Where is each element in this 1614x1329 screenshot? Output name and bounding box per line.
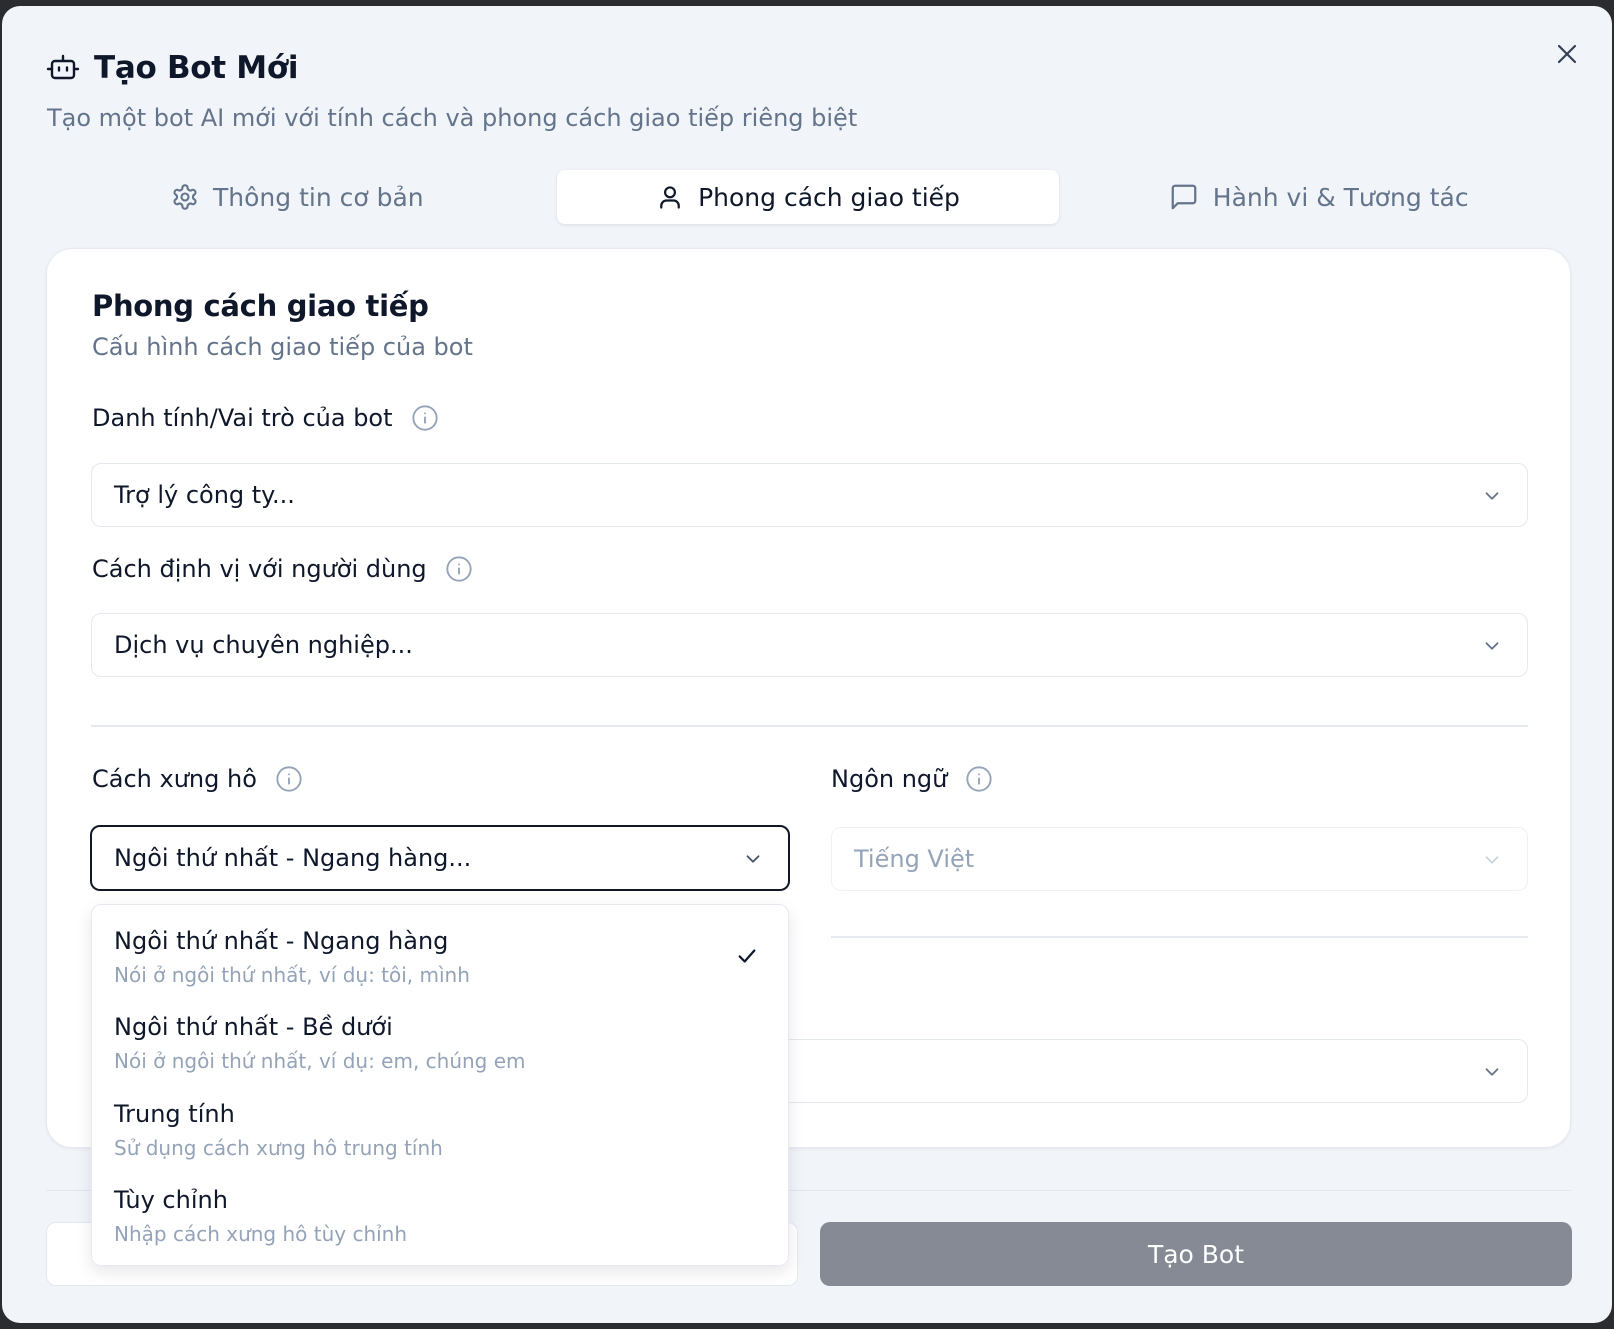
section-title: Phong cách giao tiếp — [92, 289, 429, 323]
pronoun-select-value: Ngôi thứ nhất - Ngang hàng... — [114, 844, 472, 872]
pronoun-dropdown: Ngôi thứ nhất - Ngang hàng Nói ở ngôi th… — [91, 904, 789, 1266]
option-description: Sử dụng cách xưng hô trung tính — [114, 1136, 443, 1160]
option-description: Nói ở ngôi thứ nhất, ví dụ: tôi, mình — [114, 963, 470, 987]
tab-label: Phong cách giao tiếp — [698, 182, 960, 212]
option-description: Nói ở ngôi thứ nhất, ví dụ: em, chúng em — [114, 1049, 526, 1073]
tab-label: Hành vi & Tương tác — [1212, 182, 1469, 212]
robot-icon — [46, 51, 80, 85]
pronoun-option[interactable]: Ngôi thứ nhất - Ngang hàng Nói ở ngôi th… — [92, 917, 788, 1001]
option-label: Tùy chỉnh — [114, 1186, 228, 1214]
identity-label: Danh tính/Vai trò của bot — [92, 404, 439, 432]
gear-icon — [173, 184, 197, 210]
positioning-label: Cách định vị với người dùng — [92, 555, 473, 583]
create-bot-button[interactable]: Tạo Bot — [820, 1222, 1572, 1286]
positioning-select-value: Dịch vụ chuyên nghiệp... — [114, 631, 413, 659]
create-bot-dialog: Tạo Bot Mới Tạo một bot AI mới với tính … — [2, 6, 1612, 1323]
chat-icon — [1171, 184, 1197, 210]
positioning-select[interactable]: Dịch vụ chuyên nghiệp... — [91, 613, 1528, 677]
tab-list: Thông tin cơ bản Phong cách giao tiếp Hà… — [46, 170, 1570, 224]
user-icon — [660, 186, 680, 209]
section-divider — [91, 725, 1528, 727]
dialog-subtitle: Tạo một bot AI mới với tính cách và phon… — [47, 104, 858, 132]
option-description: Nhập cách xưng hô tùy chỉnh — [114, 1222, 408, 1246]
pronoun-option[interactable]: Ngôi thứ nhất - Bề dưới Nói ở ngôi thứ n… — [92, 1003, 788, 1087]
option-label: Ngôi thứ nhất - Bề dưới — [114, 1013, 393, 1041]
language-select[interactable]: Tiếng Việt — [831, 827, 1528, 891]
pronoun-select[interactable]: Ngôi thứ nhất - Ngang hàng... — [90, 825, 790, 891]
chevron-down-icon — [1481, 485, 1503, 507]
language-select-value: Tiếng Việt — [854, 845, 975, 873]
identity-select-value: Trợ lý công ty... — [114, 481, 295, 509]
pronoun-option[interactable]: Trung tính Sử dụng cách xưng hô trung tí… — [92, 1090, 788, 1174]
check-icon — [736, 945, 758, 967]
chevron-down-icon — [1481, 1061, 1503, 1083]
info-icon[interactable] — [445, 555, 473, 583]
option-label: Ngôi thứ nhất - Ngang hàng — [114, 927, 449, 955]
section-subtitle: Cấu hình cách giao tiếp của bot — [92, 333, 473, 361]
tab-communication-style[interactable]: Phong cách giao tiếp — [556, 170, 1060, 224]
pronoun-label: Cách xưng hô — [92, 765, 303, 793]
close-button[interactable] — [1547, 34, 1587, 74]
dialog-header: Tạo Bot Mới — [46, 50, 298, 86]
option-label: Trung tính — [114, 1100, 235, 1128]
tab-behavior-interaction[interactable]: Hành vi & Tương tác — [1067, 170, 1570, 224]
chevron-down-icon — [742, 848, 764, 870]
language-label: Ngôn ngữ — [831, 765, 993, 793]
close-icon — [1557, 44, 1577, 64]
chevron-down-icon — [1481, 635, 1503, 657]
dialog-title: Tạo Bot Mới — [94, 50, 299, 86]
chevron-down-icon — [1481, 849, 1503, 871]
tab-basic-info[interactable]: Thông tin cơ bản — [46, 170, 549, 224]
pronoun-option[interactable]: Tùy chỉnh Nhập cách xưng hô tùy chỉnh — [92, 1176, 788, 1260]
info-icon[interactable] — [965, 765, 993, 793]
tab-label: Thông tin cơ bản — [213, 182, 424, 212]
identity-select[interactable]: Trợ lý công ty... — [91, 463, 1528, 527]
info-icon[interactable] — [275, 765, 303, 793]
info-icon[interactable] — [411, 404, 439, 432]
section-divider — [831, 936, 1528, 938]
